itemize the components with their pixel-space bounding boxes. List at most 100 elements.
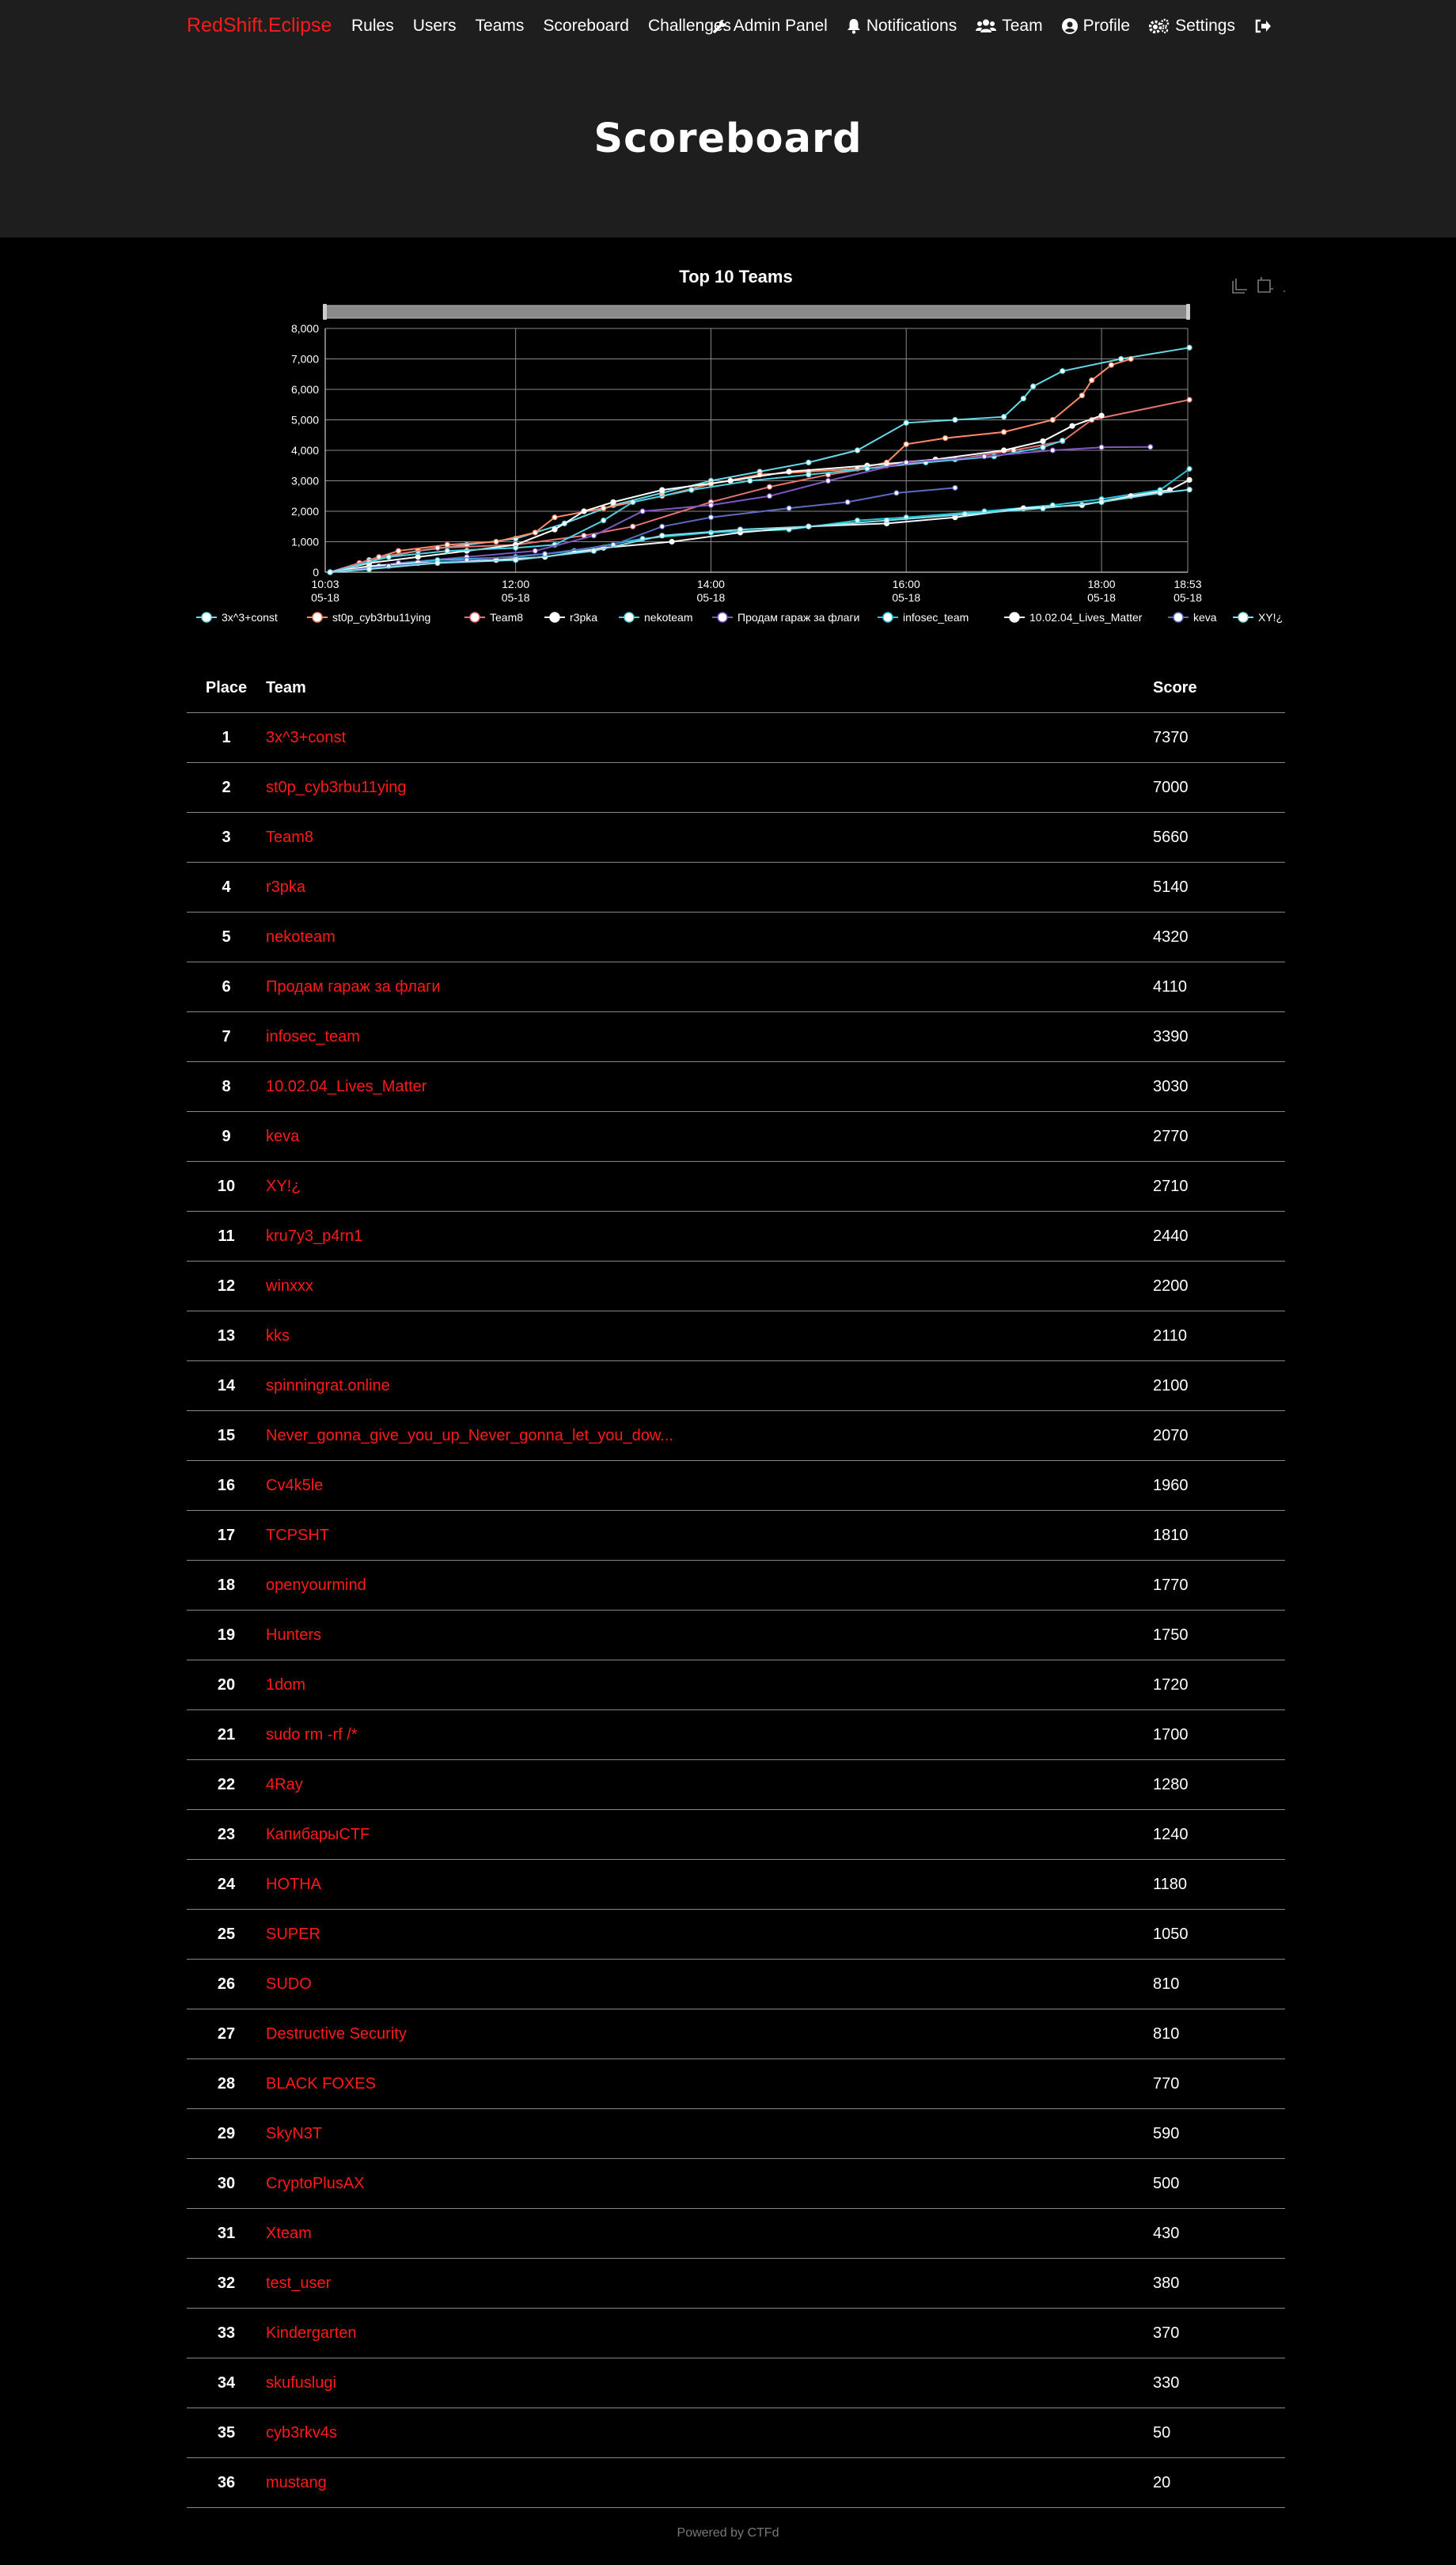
place-cell: 11 xyxy=(187,1211,266,1262)
team-link[interactable]: sudo rm -rf /* xyxy=(266,1726,358,1744)
legend-marker[interactable] xyxy=(312,612,323,623)
team-link[interactable]: HOTHA xyxy=(266,1876,321,1893)
brand-link[interactable]: RedShift.Eclipse xyxy=(187,14,332,37)
team-link[interactable]: kks xyxy=(266,1327,290,1345)
team-link[interactable]: CryptoPlusAX xyxy=(266,2175,365,2192)
nav-team-link[interactable]: Team xyxy=(976,17,1043,36)
table-row: 21 sudo rm -rf /* 1700 xyxy=(187,1709,1285,1760)
legend-marker[interactable] xyxy=(469,612,480,623)
legend-marker[interactable] xyxy=(624,612,635,623)
table-row: 14 spinningrat.online 2100 xyxy=(187,1360,1285,1411)
team-link[interactable]: КапибарыCTF xyxy=(266,1826,370,1843)
team-link[interactable]: Продам гараж за флаги xyxy=(266,978,441,996)
team-link[interactable]: test_user xyxy=(266,2275,331,2292)
team-link[interactable]: 4Ray xyxy=(266,1776,303,1793)
chart-svg: Top 10 Teams 0 1,000 2,000 3,000 4,000 5,000 6,… xyxy=(196,267,1285,624)
legend-label[interactable]: 3x^3+const xyxy=(222,611,278,624)
data-point xyxy=(639,508,646,514)
legend-marker[interactable] xyxy=(549,612,560,623)
team-link[interactable]: infosec_team xyxy=(266,1028,360,1045)
table-row: 31 Xteam 430 xyxy=(187,2208,1285,2259)
data-point xyxy=(434,560,441,567)
place-cell: 35 xyxy=(187,2408,266,2458)
team-link[interactable]: SUDO xyxy=(266,1975,312,1993)
legend-marker[interactable] xyxy=(1238,612,1249,623)
team-link[interactable]: BLACK FOXES xyxy=(266,2075,376,2093)
team-link[interactable]: Kindergarten xyxy=(266,2324,357,2342)
table-row: 27 Destructive Security 810 xyxy=(187,2009,1285,2059)
nav-admin-panel-link[interactable]: Admin Panel xyxy=(712,17,828,36)
team-link[interactable]: winxxx xyxy=(266,1277,313,1295)
team-link[interactable]: spinningrat.online xyxy=(266,1377,390,1394)
nav-scoreboard-link[interactable]: Scoreboard xyxy=(543,17,629,36)
place-cell: 2 xyxy=(187,762,266,813)
team-link[interactable]: nekoteam xyxy=(266,928,336,946)
team-link[interactable]: Team8 xyxy=(266,829,313,846)
team-link[interactable]: keva xyxy=(266,1128,299,1145)
team-link[interactable]: skufuslugi xyxy=(266,2374,336,2392)
powered-by-link[interactable]: Powered by CTFd xyxy=(677,2526,779,2540)
zoom-icon[interactable] xyxy=(1232,279,1247,294)
zoom-reset-icon[interactable] xyxy=(1257,277,1273,293)
team-link[interactable]: Cv4k5le xyxy=(266,1477,323,1494)
legend-marker[interactable] xyxy=(882,612,893,623)
team-link[interactable]: TCPSHT xyxy=(266,1527,329,1544)
team-link[interactable]: mustang xyxy=(266,2474,327,2491)
team-link[interactable]: st0p_cyb3rbu11ying xyxy=(266,779,407,796)
legend-marker[interactable] xyxy=(717,612,728,623)
place-cell: 13 xyxy=(187,1311,266,1361)
data-point xyxy=(825,477,832,484)
score-cell: 1810 xyxy=(1152,1510,1285,1561)
legend-label[interactable]: 10.02.04_Lives_Matter xyxy=(1029,611,1143,624)
nav-users-link[interactable]: Users xyxy=(413,17,457,36)
legend-label[interactable]: r3pka xyxy=(570,611,597,624)
nav-profile-link[interactable]: Profile xyxy=(1061,17,1130,36)
legend-label[interactable]: Team8 xyxy=(490,611,523,624)
legend-label[interactable]: nekoteam xyxy=(644,611,692,624)
team-link[interactable]: r3pka xyxy=(266,878,305,896)
legend-label[interactable]: keva xyxy=(1193,611,1217,624)
team-link[interactable]: cyb3rkv4s xyxy=(266,2424,337,2442)
nav-rules-link[interactable]: Rules xyxy=(351,17,394,36)
zoom-slider-right-handle[interactable] xyxy=(1186,304,1190,320)
legend-label[interactable]: st0p_cyb3rbu11ying xyxy=(332,611,430,624)
zoom-slider-left-handle[interactable] xyxy=(323,304,327,320)
data-point xyxy=(610,499,616,506)
place-cell: 29 xyxy=(187,2108,266,2159)
x-tick-label: 14:00 xyxy=(697,578,725,590)
download-icon[interactable] xyxy=(1283,277,1285,292)
data-point xyxy=(766,484,773,490)
team-link[interactable]: openyourmind xyxy=(266,1577,366,1594)
score-cell: 1240 xyxy=(1152,1809,1285,1860)
nav-settings-link[interactable]: Settings xyxy=(1149,17,1235,36)
legend-marker[interactable] xyxy=(201,612,212,623)
data-point xyxy=(669,538,675,545)
team-link[interactable]: Destructive Security xyxy=(266,2025,407,2043)
team-link[interactable]: 3x^3+const xyxy=(266,729,346,746)
team-link[interactable]: Never_gonna_give_you_up_Never_gonna_let_… xyxy=(266,1427,673,1444)
nav-notifications-link[interactable]: Notifications xyxy=(847,17,957,36)
scoreboard-table: Place Team Score 1 3x^3+const 7370 2 st0p_cy… xyxy=(187,663,1285,2508)
team-link[interactable]: SUPER xyxy=(266,1926,320,1943)
legend-label[interactable]: XY!¿ xyxy=(1258,611,1283,624)
score-cell: 4320 xyxy=(1152,912,1285,962)
team-link[interactable]: SkyN3T xyxy=(266,2125,322,2142)
legend-label[interactable]: infosec_team xyxy=(903,611,969,624)
table-row: 6 Продам гараж за флаги 4110 xyxy=(187,962,1285,1012)
legend-marker[interactable] xyxy=(1173,612,1184,623)
legend-label[interactable]: Продам гараж за флаги xyxy=(737,611,859,624)
nav-teams-link[interactable]: Teams xyxy=(476,17,525,36)
team-link[interactable]: 1dom xyxy=(266,1676,305,1694)
team-link[interactable]: Xteam xyxy=(266,2225,312,2242)
place-cell: 36 xyxy=(187,2457,266,2508)
table-row: 13 kks 2110 xyxy=(187,1311,1285,1361)
team-link[interactable]: XY!¿ xyxy=(266,1178,301,1195)
team-link[interactable]: Hunters xyxy=(266,1626,321,1644)
logout-link[interactable] xyxy=(1254,18,1277,34)
team-link[interactable]: 10.02.04_Lives_Matter xyxy=(266,1078,427,1095)
zoom-slider[interactable] xyxy=(324,305,1189,319)
table-row: 17 TCPSHT 1810 xyxy=(187,1510,1285,1561)
legend-marker[interactable] xyxy=(1009,612,1020,623)
table-row: 4 r3pka 5140 xyxy=(187,862,1285,913)
team-link[interactable]: kru7y3_p4rn1 xyxy=(266,1227,362,1245)
